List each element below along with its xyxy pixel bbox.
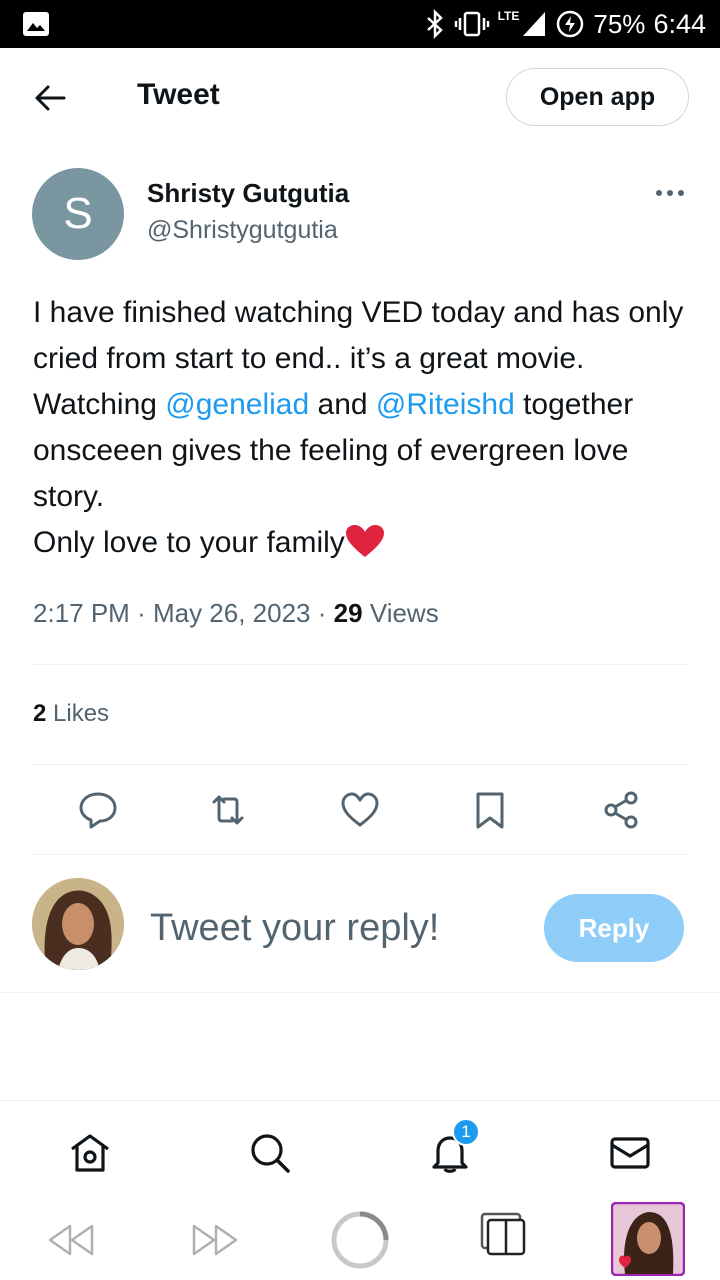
bookmark-icon[interactable] (470, 790, 510, 830)
browser-tabs-icon[interactable] (478, 1212, 528, 1256)
tweet-text: I have finished watching VED today and h… (33, 290, 693, 566)
battery-saver-icon (557, 10, 584, 38)
battery-percent: 75% (593, 8, 646, 39)
notification-badge: 1 (452, 1118, 480, 1146)
vibrate-icon (454, 11, 489, 37)
author-name[interactable]: Shristy Gutgutia (147, 178, 349, 209)
messages-envelope-icon[interactable] (608, 1131, 652, 1175)
author-avatar[interactable]: S (32, 168, 124, 260)
page-title: Tweet (137, 78, 220, 111)
divider (0, 992, 720, 993)
browser-back-icon[interactable] (46, 1222, 96, 1258)
more-options-icon[interactable] (650, 178, 690, 208)
top-header: Tweet Open app (0, 48, 720, 146)
browser-reload-icon[interactable] (330, 1210, 390, 1270)
tweet-text-part3: Only love to your family (33, 526, 345, 559)
mention-link-riteishd[interactable]: @Riteishd (376, 388, 515, 421)
likes-summary[interactable]: 2 Likes (33, 700, 109, 728)
signal-icon (523, 12, 546, 36)
current-user-avatar[interactable] (32, 878, 124, 970)
clock: 6:44 (653, 8, 706, 39)
separator-dot: · (137, 598, 146, 628)
status-bar: LTE 75% 6:44 (0, 0, 720, 48)
mention-link-geneliad[interactable]: @geneliad (165, 388, 309, 421)
like-heart-icon[interactable] (340, 790, 380, 830)
back-arrow-icon[interactable] (30, 78, 70, 118)
status-icons: LTE 75% 6:44 (424, 0, 706, 48)
bottom-navigation (0, 1100, 720, 1200)
reply-input[interactable] (150, 900, 520, 956)
reply-button[interactable]: Reply (544, 894, 684, 962)
search-icon[interactable] (248, 1131, 292, 1175)
views-count: 29 (333, 598, 363, 628)
views-label: Views (369, 598, 439, 628)
gallery-notification-icon (23, 12, 49, 36)
separator-dot: · (317, 598, 327, 628)
tweet-time[interactable]: 2:17 PM (33, 598, 130, 628)
lte-label: LTE (497, 9, 520, 23)
divider (32, 854, 688, 855)
divider (32, 764, 688, 765)
home-icon[interactable] (68, 1131, 112, 1175)
browser-profile-thumbnail[interactable] (611, 1202, 685, 1276)
browser-toolbar (0, 1200, 720, 1280)
tweet-text-and: and (309, 388, 376, 421)
open-app-button[interactable]: Open app (506, 68, 689, 126)
bluetooth-icon (426, 9, 443, 39)
author-handle[interactable]: @Shristygutgutia (147, 216, 338, 245)
share-icon[interactable] (601, 790, 641, 830)
retweet-icon[interactable] (208, 790, 248, 830)
reply-icon[interactable] (78, 790, 118, 830)
tweet-date[interactable]: May 26, 2023 (153, 598, 311, 628)
red-heart-emoji-icon (345, 525, 384, 557)
divider (32, 664, 688, 665)
browser-forward-icon[interactable] (190, 1222, 240, 1258)
tweet-meta: 2:17 PM · May 26, 2023 · 29 Views (33, 598, 439, 629)
likes-label: Likes (53, 700, 110, 727)
likes-count: 2 (33, 700, 47, 727)
